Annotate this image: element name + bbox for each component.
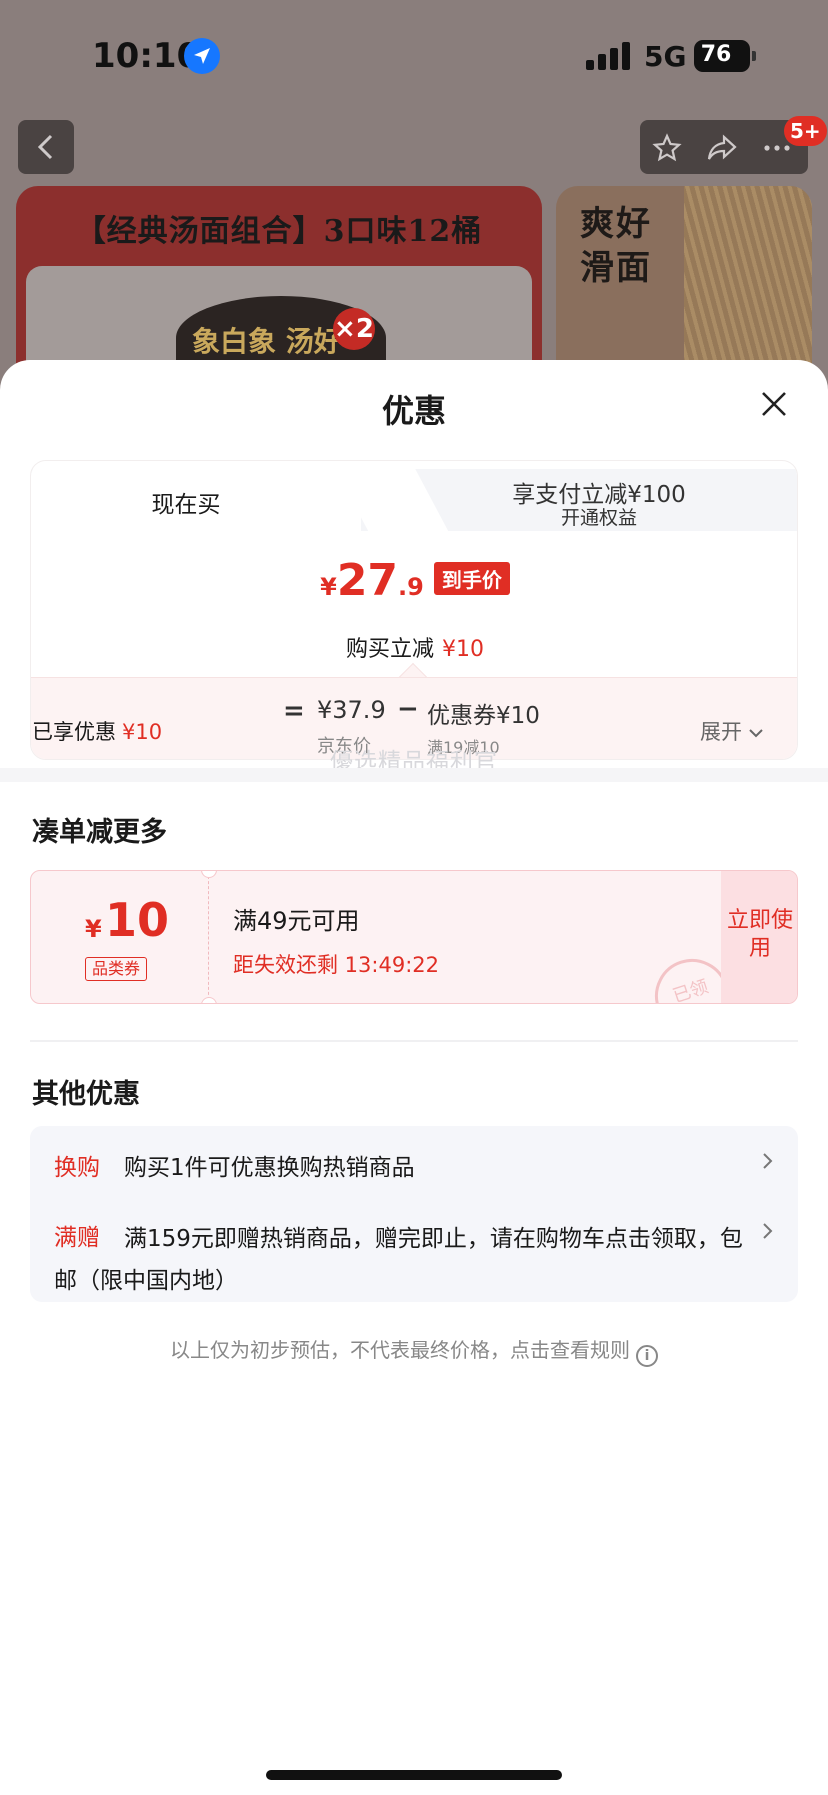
battery-level: 76 — [700, 42, 732, 67]
quantity-badge: ×2 — [333, 308, 375, 350]
coupon-condition: 满49元可用 — [233, 907, 360, 935]
coupon-amount: 10 — [105, 893, 170, 947]
section-title-other: 其他优惠 — [32, 1079, 140, 1110]
sheet-title: 优惠 — [381, 392, 446, 430]
status-bar: 10:10 5G 76 — [0, 0, 828, 110]
product-image-title: 【经典汤面组合】3口味12桶 — [75, 214, 483, 249]
location-arrow-icon — [184, 38, 220, 74]
coupon-type: 品类券 — [85, 957, 148, 981]
price-currency: ¥ — [320, 573, 337, 601]
final-price-tag: 到手价 — [433, 562, 510, 595]
coupon-value-block: ¥ 10 品类券 — [31, 871, 209, 1003]
chevron-right-icon — [763, 1153, 773, 1169]
offer-text: 购买1件可优惠换购热销商品 — [124, 1155, 415, 1181]
coupon-currency: ¥ — [85, 915, 102, 943]
cup-brand-text: 象白象 汤好 — [192, 325, 342, 358]
use-now-button[interactable]: 立即使用 — [721, 871, 797, 1003]
category-coupon[interactable]: ¥ 10 品类券 满49元可用 距失效还剩 13:49:22 已领 立即使用 — [30, 870, 798, 1004]
disclaimer-text: 以上仅为初步预估，不代表最终价格，点击查看规则 — [170, 1338, 630, 1362]
info-icon[interactable]: i — [636, 1345, 658, 1367]
section-title-more: 凑单减更多 — [32, 817, 167, 848]
product-image-slogan: 爽好滑面 — [580, 204, 652, 288]
coupon-countdown: 距失效还剩 13:49:22 — [233, 953, 439, 977]
breakdown-minus: − — [397, 694, 419, 724]
discount-sheet: 优惠 现在买 享支付立减¥100 开通权益 ¥27.9 到手价 购买立减 ¥10 =… — [0, 360, 828, 1795]
more-badge: 5+ — [784, 116, 827, 146]
expand-label: 展开 — [700, 720, 742, 744]
share-icon[interactable] — [706, 133, 738, 163]
chevron-left-icon — [37, 134, 53, 160]
instant-discount-row: 购买立减 ¥10 — [31, 631, 797, 663]
coupon-deduction: 优惠券¥10 — [427, 703, 540, 729]
final-price-row: ¥27.9 到手价 — [31, 555, 797, 606]
jd-price: ¥37.9 — [317, 696, 386, 724]
enjoyed-discount-value: ¥10 — [122, 720, 163, 744]
signal-icon — [586, 42, 632, 70]
top-toolbar — [640, 120, 808, 174]
network-type: 5G — [644, 40, 687, 73]
instant-discount-value: ¥10 — [442, 637, 484, 662]
final-price-area: ¥27.9 到手价 购买立减 ¥10 — [31, 533, 797, 662]
back-button[interactable] — [18, 120, 74, 174]
close-icon[interactable] — [756, 386, 792, 422]
enjoyed-discount-label: 已享优惠 — [32, 720, 116, 744]
breakdown-equals: = — [283, 696, 305, 726]
price-tabs-panel: 现在买 享支付立减¥100 开通权益 ¥27.9 到手价 购买立减 ¥10 = ¥3… — [30, 460, 798, 760]
other-offers-list: 换购 购买1件可优惠换购热销商品 满赠 满159元即赠热销商品，赠完即止，请在购… — [30, 1126, 798, 1302]
home-indicator — [266, 1770, 562, 1780]
instant-discount-label: 购买立减 — [345, 637, 434, 662]
section-divider — [0, 768, 828, 782]
tab-pay-discount-sub[interactable]: 开通权益 — [399, 503, 797, 530]
star-icon[interactable] — [652, 133, 682, 163]
price-integer: 27 — [336, 555, 399, 606]
chevron-right-icon — [763, 1223, 773, 1239]
battery-icon: 76 — [694, 40, 756, 72]
use-now-label: 立即使用 — [726, 908, 793, 961]
offer-tag: 换购 — [54, 1155, 100, 1181]
background-page: 10:10 5G 76 5+ 【经典汤面组合】3口味12桶 象白象 汤好 ×2 … — [0, 0, 828, 420]
price-decimal: .9 — [398, 573, 424, 601]
chevron-down-icon — [749, 729, 763, 738]
offer-text: 满159元即赠热销商品，赠完即止，请在购物车点击领取，包邮（限中国内地） — [54, 1226, 743, 1294]
section-divider-thin — [30, 1040, 798, 1042]
tab-buy-now[interactable]: 现在买 — [31, 485, 341, 519]
price-disclaimer[interactable]: 以上仅为初步预估，不代表最终价格，点击查看规则 i — [0, 1334, 828, 1367]
